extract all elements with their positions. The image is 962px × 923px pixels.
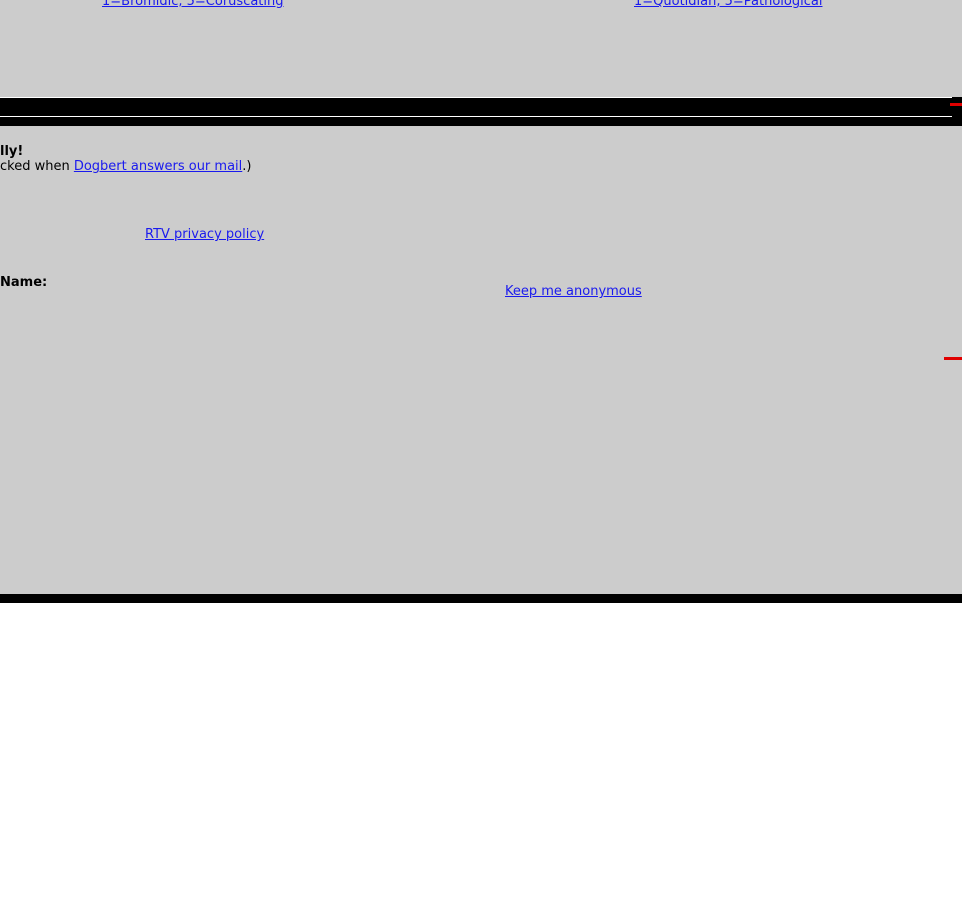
scroll-marker: [950, 103, 962, 106]
page-frame: 1=Bromidic, 5=Coruscating 1=Quotidian, 5…: [0, 0, 962, 603]
comment-panel: lly! cked when Dogbert answers our mail.…: [0, 126, 962, 594]
right-edge-strip: [944, 126, 962, 594]
privacy-policy-link[interactable]: RTV privacy policy: [145, 227, 264, 242]
notice-text-after: .): [242, 159, 252, 174]
keep-anonymous-link[interactable]: Keep me anonymous: [505, 284, 642, 299]
separator-band: [0, 97, 962, 126]
dogbert-mail-link[interactable]: Dogbert answers our mail: [74, 159, 242, 174]
ratings-panel: 1=Bromidic, 5=Coruscating 1=Quotidian, 5…: [0, 0, 962, 97]
separator-bottom-rule: [0, 116, 952, 117]
rating-scale-right-link[interactable]: 1=Quotidian, 5=Pathological: [634, 0, 822, 9]
notice-heading: lly!: [0, 144, 24, 159]
separator-top-rule: [0, 97, 952, 98]
scroll-marker-lower: [944, 357, 962, 360]
rating-scale-left-link[interactable]: 1=Bromidic, 5=Coruscating: [102, 0, 284, 9]
bottom-band: [0, 594, 962, 603]
notice-text-before: cked when: [0, 159, 74, 174]
name-label: Name:: [0, 275, 48, 290]
notice-text: cked when Dogbert answers our mail.): [0, 159, 252, 174]
